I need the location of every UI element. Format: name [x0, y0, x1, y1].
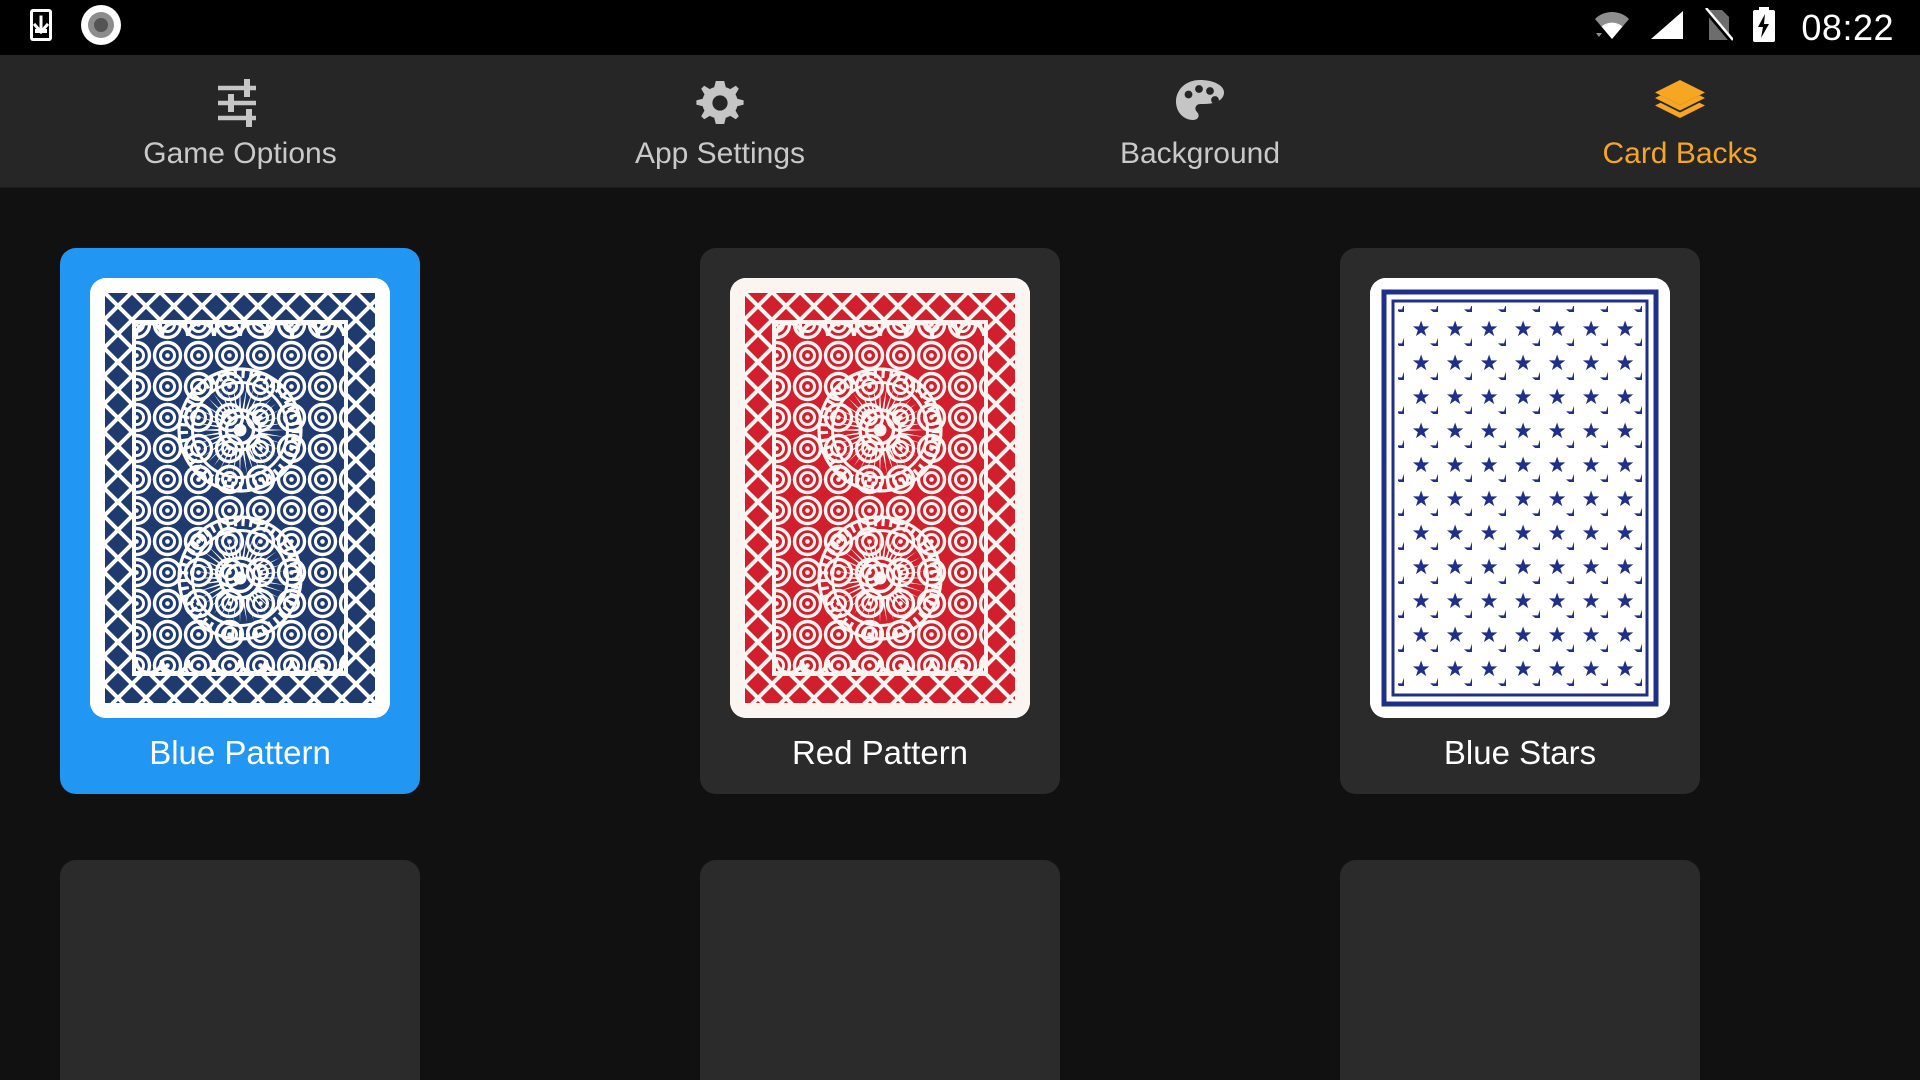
card-back-label-blue-stars: Blue Stars	[1443, 734, 1597, 771]
card-back-preview-blue-stars	[1370, 278, 1670, 718]
tab-background[interactable]: Background	[960, 55, 1440, 188]
card-back-option-blue-stars[interactable]: Blue Stars	[1340, 248, 1700, 794]
sliders-icon	[212, 75, 268, 131]
card-back-option-row2[interactable]	[60, 860, 420, 1080]
card-back-option-blue-pattern[interactable]: Blue Pattern	[60, 248, 420, 794]
tab-app-settings[interactable]: App Settings	[480, 55, 960, 188]
tab-card-backs[interactable]: Card Backs	[1440, 55, 1920, 188]
cellular-signal-icon	[1649, 9, 1685, 46]
status-bar: 08:22	[0, 0, 1920, 55]
status-bar-left-icons	[0, 4, 122, 51]
gear-icon	[692, 75, 748, 131]
battery-charging-icon	[1751, 7, 1777, 48]
card-back-list-next-row	[60, 860, 1700, 1080]
card-back-preview-red-pattern	[730, 278, 1030, 718]
card-back-option-row2[interactable]	[700, 860, 1060, 1080]
layers-icon	[1652, 75, 1708, 131]
card-back-option-row2[interactable]	[1340, 860, 1700, 1080]
wifi-icon	[1593, 9, 1631, 46]
no-sim-card-icon	[1703, 7, 1735, 47]
status-bar-right-icons: 08:22	[1593, 7, 1920, 48]
card-back-label-blue-pattern: Blue Pattern	[149, 734, 331, 771]
status-bar-clock: 08:22	[1801, 6, 1894, 48]
card-back-preview-blue-pattern	[90, 278, 390, 718]
card-back-option-red-pattern[interactable]: Red Pattern	[700, 248, 1060, 794]
palette-icon	[1172, 75, 1228, 131]
tab-game-options[interactable]: Game Options	[0, 55, 480, 188]
card-back-label-red-pattern: Red Pattern	[791, 734, 969, 771]
tab-label-background: Background	[1119, 137, 1281, 170]
download-to-device-icon	[26, 8, 56, 47]
tab-label-game-options: Game Options	[143, 137, 337, 170]
screen-record-icon	[80, 4, 122, 51]
tab-label-app-settings: App Settings	[634, 137, 806, 170]
tab-label-card-backs: Card Backs	[1602, 137, 1758, 170]
card-backs-grid-area: Blue Pattern Red Pattern Blue Stars	[0, 188, 1920, 1080]
card-back-list: Blue Pattern Red Pattern Blue Stars	[0, 188, 1920, 858]
settings-tab-bar: Game Options App Settings Background Car…	[0, 55, 1920, 188]
